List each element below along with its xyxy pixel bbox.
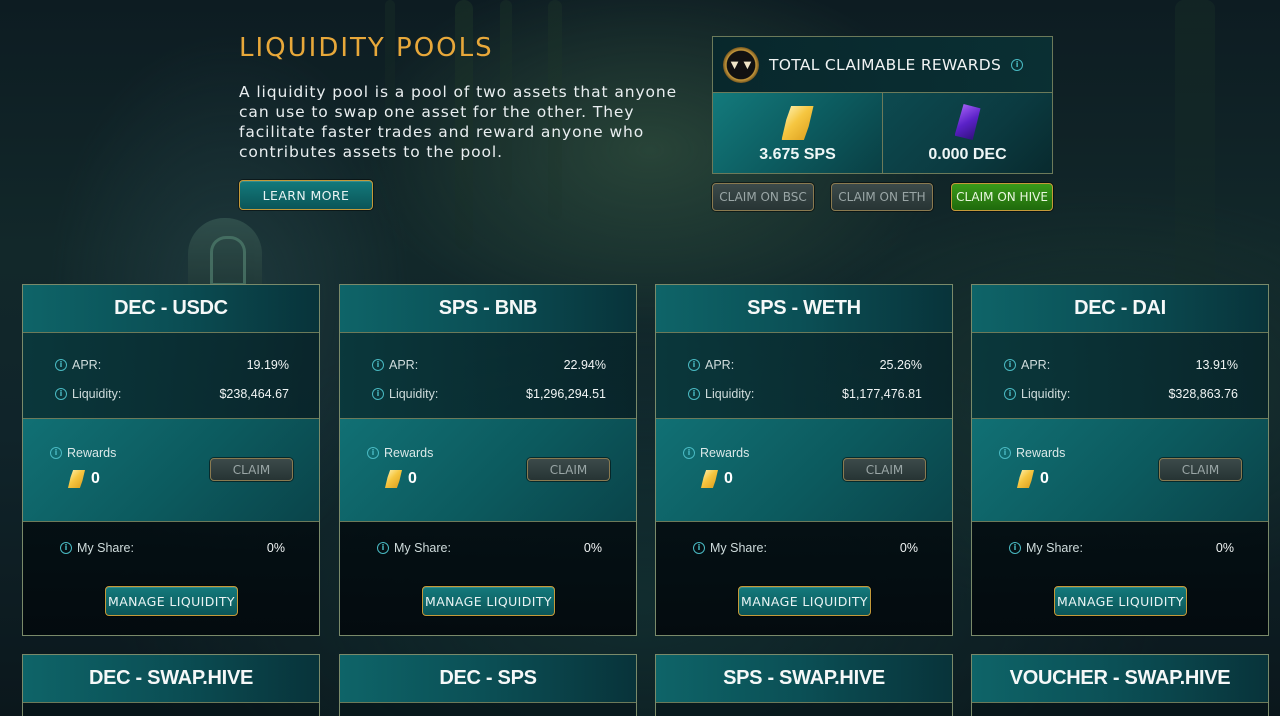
info-icon[interactable]: i <box>55 358 67 371</box>
pool-card: DEC - SWAP.HIVE <box>22 654 320 716</box>
dec-token-icon <box>954 104 981 140</box>
sps-token-icon <box>385 470 402 488</box>
my-share-label: My Share: <box>1026 541 1083 555</box>
info-icon[interactable]: i <box>1004 358 1016 371</box>
dec-rewards-cell: 0.000 DEC <box>882 93 1052 173</box>
manage-liquidity-button[interactable]: MANAGE LIQUIDITY <box>105 586 238 616</box>
pool-card: DEC - USDC i APR: 19.19% i Liquidity: $238,4… <box>22 284 320 636</box>
info-icon[interactable]: i <box>377 542 389 554</box>
my-share-value: 0% <box>899 541 918 555</box>
pool-card: DEC - SPS <box>339 654 637 716</box>
pool-card: SPS - SWAP.HIVE <box>655 654 953 716</box>
claim-on-hive-button[interactable]: CLAIM ON HIVE <box>951 183 1053 211</box>
claim-button[interactable]: CLAIM <box>1159 458 1242 481</box>
rewards-label: Rewards <box>700 446 750 460</box>
claim-button[interactable]: CLAIM <box>210 458 293 481</box>
liquidity-label: Liquidity: <box>389 386 439 401</box>
my-share-value: 0% <box>583 541 602 555</box>
my-share-value: 0% <box>1215 541 1234 555</box>
rewards-panel-header: ▼▼ TOTAL CLAIMABLE REWARDS i <box>713 37 1052 93</box>
info-icon[interactable]: i <box>1009 542 1021 554</box>
rewards-label: Rewards <box>384 446 434 460</box>
manage-liquidity-button[interactable]: MANAGE LIQUIDITY <box>738 586 871 616</box>
rewards-label: Rewards <box>1016 446 1066 460</box>
liquidity-value: $1,177,476.81 <box>842 386 922 401</box>
sps-rewards-value: 3.675 SPS <box>759 146 836 163</box>
claim-on-bsc-button[interactable]: CLAIM ON BSC <box>712 183 814 211</box>
pool-name: SPS - SWAP.HIVE <box>656 655 952 703</box>
rewards-value: 0 <box>91 470 100 487</box>
pool-name: DEC - SWAP.HIVE <box>23 655 319 703</box>
total-rewards-panel: ▼▼ TOTAL CLAIMABLE REWARDS i 3.675 SPS 0… <box>712 36 1053 174</box>
info-icon[interactable]: i <box>1011 58 1024 71</box>
page-title: LIQUIDITY POOLS <box>239 33 494 63</box>
rewards-label: Rewards <box>67 446 117 460</box>
my-share-label: My Share: <box>394 541 451 555</box>
rewards-value: 0 <box>724 470 733 487</box>
my-share-label: My Share: <box>77 541 134 555</box>
splinterlands-logo-icon: ▼▼ <box>723 46 759 83</box>
claim-on-eth-button[interactable]: CLAIM ON ETH <box>831 183 933 211</box>
sps-token-icon <box>781 106 814 140</box>
pool-name: DEC - DAI <box>972 285 1268 333</box>
info-icon[interactable]: i <box>372 358 384 371</box>
pool-card: SPS - WETH i APR: 25.26% i Liquidity: $1,177… <box>655 284 953 636</box>
learn-more-button[interactable]: LEARN MORE <box>239 180 373 210</box>
apr-label: APR: <box>705 357 735 372</box>
my-share-value: 0% <box>266 541 285 555</box>
apr-value: 25.26% <box>879 357 922 372</box>
info-icon[interactable]: i <box>372 387 384 400</box>
claim-button[interactable]: CLAIM <box>527 458 610 481</box>
pool-name: SPS - BNB <box>340 285 636 333</box>
background-tree <box>1175 0 1215 290</box>
info-icon[interactable]: i <box>50 447 62 459</box>
sps-rewards-cell: 3.675 SPS <box>713 93 882 173</box>
info-icon[interactable]: i <box>999 447 1011 459</box>
info-icon[interactable]: i <box>55 387 67 400</box>
info-icon[interactable]: i <box>683 447 695 459</box>
apr-value: 22.94% <box>563 357 606 372</box>
pool-card: DEC - DAI i APR: 13.91% i Liquidity: $328,86… <box>971 284 1269 636</box>
manage-liquidity-button[interactable]: MANAGE LIQUIDITY <box>1054 586 1187 616</box>
info-icon[interactable]: i <box>693 542 705 554</box>
liquidity-value: $328,863.76 <box>1168 386 1238 401</box>
sps-token-icon <box>68 470 85 488</box>
pool-card: SPS - BNB i APR: 22.94% i Liquidity: $1,296,… <box>339 284 637 636</box>
sps-token-icon <box>701 470 718 488</box>
info-icon[interactable]: i <box>688 358 700 371</box>
liquidity-label: Liquidity: <box>1021 386 1071 401</box>
apr-label: APR: <box>389 357 419 372</box>
page-description: A liquidity pool is a pool of two assets… <box>239 83 678 161</box>
liquidity-value: $238,464.67 <box>219 386 289 401</box>
liquidity-label: Liquidity: <box>72 386 122 401</box>
pool-name: VOUCHER - SWAP.HIVE <box>972 655 1268 703</box>
apr-value: 19.19% <box>246 357 289 372</box>
manage-liquidity-button[interactable]: MANAGE LIQUIDITY <box>422 586 555 616</box>
dec-rewards-value: 0.000 DEC <box>928 146 1007 163</box>
liquidity-value: $1,296,294.51 <box>526 386 606 401</box>
info-icon[interactable]: i <box>60 542 72 554</box>
info-icon[interactable]: i <box>688 387 700 400</box>
pool-name: SPS - WETH <box>656 285 952 333</box>
pool-name: DEC - USDC <box>23 285 319 333</box>
pool-card: VOUCHER - SWAP.HIVE <box>971 654 1269 716</box>
apr-label: APR: <box>1021 357 1051 372</box>
apr-label: APR: <box>72 357 102 372</box>
rewards-value: 0 <box>1040 470 1049 487</box>
my-share-label: My Share: <box>710 541 767 555</box>
liquidity-label: Liquidity: <box>705 386 755 401</box>
sps-token-icon <box>1017 470 1034 488</box>
apr-value: 13.91% <box>1195 357 1238 372</box>
info-icon[interactable]: i <box>1004 387 1016 400</box>
background-tombstone <box>188 218 262 288</box>
info-icon[interactable]: i <box>367 447 379 459</box>
rewards-value: 0 <box>408 470 417 487</box>
rewards-panel-title: TOTAL CLAIMABLE REWARDS <box>769 55 1002 74</box>
claim-button[interactable]: CLAIM <box>843 458 926 481</box>
pool-name: DEC - SPS <box>340 655 636 703</box>
